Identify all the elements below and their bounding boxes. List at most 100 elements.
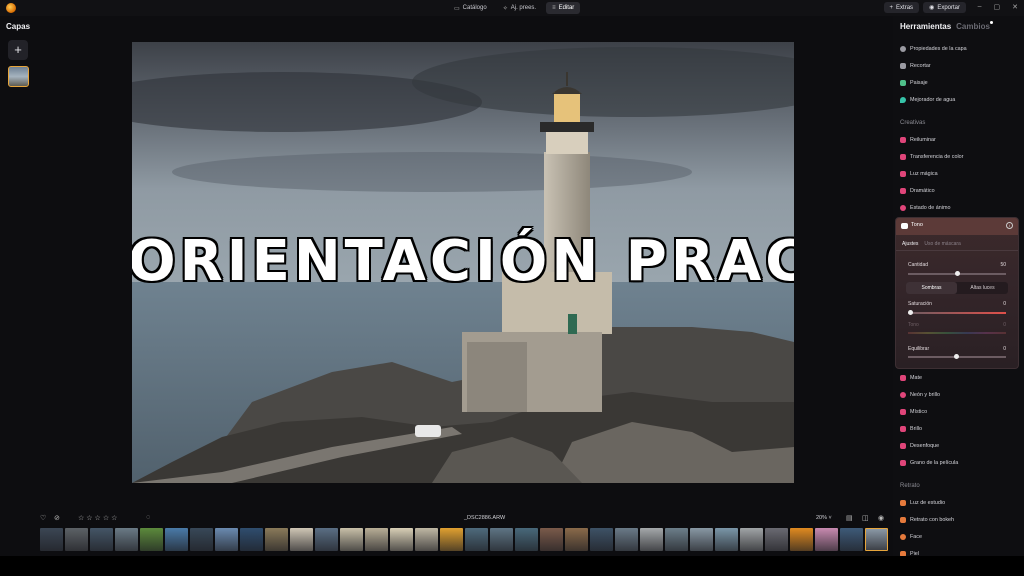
filmstrip-thumbnail[interactable] (340, 528, 363, 551)
tool-label: Místico (910, 409, 928, 415)
tab-changes[interactable]: Cambios (956, 22, 990, 31)
filmstrip-thumbnail[interactable] (215, 528, 238, 551)
filmstrip-thumbnail[interactable] (565, 528, 588, 551)
tool-magic-light[interactable]: Luz mágica (900, 170, 938, 178)
filmstrip-thumbnail[interactable] (515, 528, 538, 551)
amount-label: Cantidad (908, 262, 929, 268)
tool-landscape[interactable]: Paisaje (900, 79, 928, 87)
extras-button[interactable]: + Extras (883, 2, 920, 13)
bokeh-icon (900, 517, 906, 523)
tool-layer-properties[interactable]: Propiedades de la capa (900, 45, 967, 53)
tool-studio-light[interactable]: Luz de estudio (900, 499, 945, 507)
filmstrip-thumbnail[interactable] (315, 528, 338, 551)
mood-icon (900, 205, 906, 211)
mode-catalog[interactable]: ▭ Catálogo (448, 2, 493, 14)
filmstrip-thumbnail[interactable] (690, 528, 713, 551)
zoom-selector[interactable]: 20% ˅ (816, 515, 832, 521)
seg-highlights[interactable]: Altas luces (957, 282, 1008, 294)
saturation-slider-knob[interactable] (908, 310, 913, 315)
expanded-tool-header[interactable]: Tono i (896, 218, 1018, 235)
tool-crop[interactable]: Recortar (900, 62, 931, 70)
saturation-value: 0 (1003, 301, 1006, 307)
mode-presets-label: Aj. prees. (510, 5, 537, 11)
heart-icon[interactable]: ♡ (40, 514, 46, 522)
filmstrip-thumbnail[interactable] (615, 528, 638, 551)
hue-slider[interactable] (908, 332, 1006, 334)
mode-catalog-label: Catálogo (462, 5, 487, 11)
tool-color-transfer[interactable]: Transferencia de color (900, 153, 963, 161)
filmstrip-thumbnail[interactable] (715, 528, 738, 551)
mode-presets[interactable]: ✧ Aj. prees. (497, 2, 542, 14)
tool-mood[interactable]: Estado de ánimo (900, 204, 950, 212)
tool-relight[interactable]: Reiluminar (900, 136, 936, 144)
filmstrip-thumbnail[interactable] (365, 528, 388, 551)
landscape-icon (900, 80, 906, 86)
mode-edit[interactable]: ≡ Editar (546, 2, 581, 14)
filmstrip-thumbnail[interactable] (415, 528, 438, 551)
filmstrip-thumbnail[interactable] (390, 528, 413, 551)
filmstrip-thumbnail[interactable] (840, 528, 863, 551)
filmstrip (36, 528, 893, 552)
filmstrip-thumbnail[interactable] (590, 528, 613, 551)
filmstrip-thumbnail[interactable] (665, 528, 688, 551)
layer-thumbnail[interactable] (8, 66, 29, 87)
edit-icon: ≡ (552, 5, 556, 11)
eye-icon[interactable]: ◉ (878, 514, 884, 522)
filmstrip-thumbnail[interactable] (165, 528, 188, 551)
filmstrip-thumbnail[interactable] (115, 528, 138, 551)
tab-tools[interactable]: Herramientas (900, 22, 951, 31)
filmstrip-thumbnail[interactable] (865, 528, 888, 551)
maximize-icon[interactable]: ▢ (994, 3, 1001, 11)
tool-label: Brillo (910, 426, 922, 432)
folder-icon: ▭ (454, 5, 460, 12)
balance-label: Equilibrar (908, 346, 930, 352)
add-layer-button[interactable]: + (8, 40, 28, 60)
export-label: Exportar (937, 4, 960, 11)
minimize-icon[interactable]: – (978, 3, 982, 11)
main-photo[interactable]: ORIENTACIÓN PRACTICA (132, 42, 794, 483)
section-creative: Creativas (900, 120, 926, 126)
filmstrip-thumbnail[interactable] (540, 528, 563, 551)
subtab-adjust[interactable]: Ajustes (902, 241, 918, 247)
tool-matte[interactable]: Mate (900, 374, 922, 382)
filmstrip-thumbnail[interactable] (790, 528, 813, 551)
tool-neon[interactable]: Neón y brillo (900, 391, 940, 399)
subtab-mask[interactable]: Uso de máscara (924, 241, 960, 247)
tool-blur[interactable]: Desenfoque (900, 442, 939, 450)
tool-water-enhancer[interactable]: Mejorador de agua (900, 96, 955, 104)
reject-icon[interactable]: ⊘ (54, 514, 60, 522)
balance-slider-knob[interactable] (954, 354, 959, 359)
filmstrip-thumbnail[interactable] (815, 528, 838, 551)
filmstrip-thumbnail[interactable] (440, 528, 463, 551)
star-rating[interactable]: ☆☆☆☆☆ (78, 514, 119, 522)
filmstrip-thumbnail[interactable] (40, 528, 63, 551)
tool-film-grain[interactable]: Grano de la película (900, 459, 958, 467)
filmstrip-thumbnail[interactable] (740, 528, 763, 551)
filmstrip-thumbnail[interactable] (290, 528, 313, 551)
saturation-slider[interactable] (908, 312, 1006, 314)
tool-dramatic[interactable]: Dramático (900, 187, 935, 195)
split-view-icon[interactable]: ◫ (862, 514, 869, 522)
tool-glow[interactable]: Brillo (900, 425, 922, 433)
compare-icon[interactable]: ▤ (846, 514, 853, 522)
label-icon[interactable]: ◌ (146, 514, 150, 521)
filmstrip-thumbnail[interactable] (140, 528, 163, 551)
filmstrip-thumbnail[interactable] (265, 528, 288, 551)
filmstrip-thumbnail[interactable] (190, 528, 213, 551)
filmstrip-thumbnail[interactable] (65, 528, 88, 551)
export-button[interactable]: ◉ Exportar (923, 2, 966, 13)
info-icon[interactable]: i (1006, 222, 1013, 229)
filmstrip-thumbnail[interactable] (490, 528, 513, 551)
filmstrip-thumbnail[interactable] (640, 528, 663, 551)
filmstrip-thumbnail[interactable] (240, 528, 263, 551)
filmstrip-thumbnail[interactable] (465, 528, 488, 551)
tool-bokeh[interactable]: Retrato con bokeh (900, 516, 954, 524)
seg-shadows[interactable]: Sombras (906, 282, 957, 294)
close-icon[interactable]: ✕ (1012, 3, 1018, 11)
amount-slider-knob[interactable] (954, 271, 960, 276)
filmstrip-thumbnail[interactable] (765, 528, 788, 551)
filmstrip-thumbnail[interactable] (90, 528, 113, 551)
app-logo-icon[interactable] (6, 3, 16, 13)
tool-face[interactable]: Face (900, 533, 922, 541)
tool-mystic[interactable]: Místico (900, 408, 927, 416)
